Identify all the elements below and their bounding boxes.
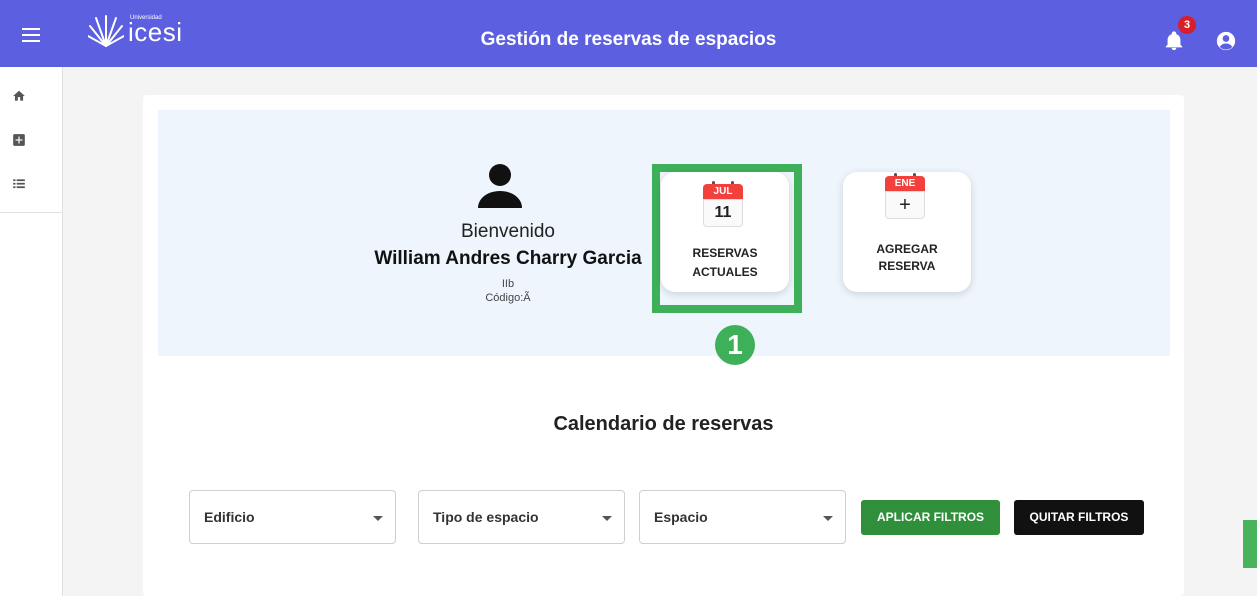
plus-icon: + [885,191,925,219]
list-icon[interactable] [12,177,26,191]
chevron-down-icon [602,516,612,521]
tile-label-line1: RESERVAS [692,246,758,260]
building-filter-select[interactable]: Edificio [189,490,396,544]
user-full-name: William Andres Charry Garcia [374,248,642,269]
user-code: Código:Ã [485,292,531,304]
calendar-month: JUL [703,184,743,199]
apply-filters-button[interactable]: APLICAR FILTROS [861,500,1000,535]
top-app-bar: Universidad icesi Gestión de reservas de… [0,0,1257,67]
side-navigation-rail [0,67,63,596]
tile-label-line2: ACTUALES [692,265,758,279]
select-label: Tipo de espacio [433,509,539,525]
notifications-bell-icon[interactable] [1163,30,1185,52]
add-reservation-tile[interactable]: ENE + AGREGAR RESERVA [843,172,971,292]
space-filter-select[interactable]: Espacio [639,490,846,544]
welcome-greeting: Bienvenido [460,221,556,242]
chevron-down-icon [373,516,383,521]
calendar-day: 11 [703,199,743,227]
tile-label-line2: RESERVA [878,259,936,273]
calendar-section-title: Calendario de reservas [553,413,774,435]
calendar-add-icon: ENE + [885,173,925,220]
page-title: Gestión de reservas de espacios [480,29,777,50]
chevron-down-icon [823,516,833,521]
clear-filters-button[interactable]: QUITAR FILTROS [1014,500,1144,535]
side-tab-handle[interactable] [1243,520,1257,568]
add-box-icon[interactable] [12,133,26,147]
home-icon[interactable] [12,89,26,103]
calendar-month: ENE [885,176,925,191]
account-circle-icon[interactable] [1216,31,1236,51]
current-reservations-tile[interactable]: JUL 11 RESERVAS ACTUALES [661,172,789,292]
calendar-icon: JUL 11 [703,181,743,228]
main-card: Bienvenido William Andres Charry Garcia … [143,95,1184,596]
tile-label-line1: AGREGAR [876,242,938,256]
select-label: Edificio [204,509,255,525]
space-type-filter-select[interactable]: Tipo de espacio [418,490,625,544]
notification-count-badge[interactable]: 3 [1178,16,1196,34]
rail-divider [0,212,63,213]
welcome-panel: Bienvenido William Andres Charry Garcia … [158,110,1170,365]
select-label: Espacio [654,509,708,525]
person-icon [478,164,522,208]
step-number-marker: 1 [715,325,755,365]
user-id-fragment: IIb [501,278,515,290]
